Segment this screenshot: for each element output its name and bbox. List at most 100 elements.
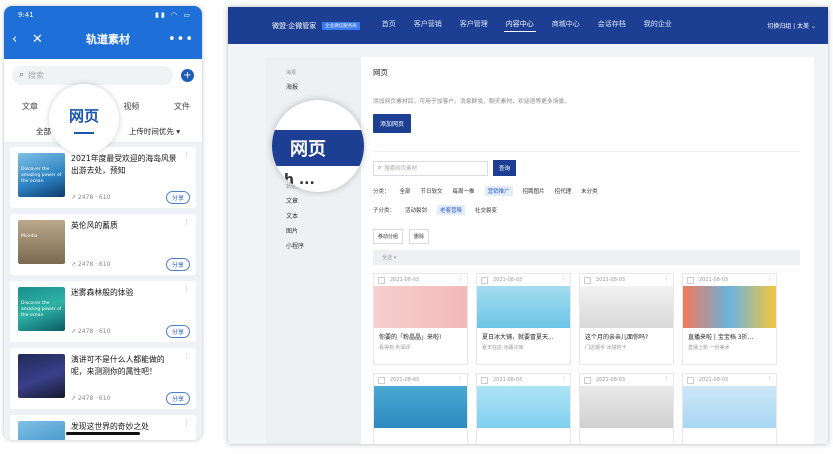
sidebar-item-article[interactable]: 文章 (286, 196, 361, 205)
nav-marketing[interactable]: 客户营销 (412, 19, 444, 32)
brand-logo[interactable]: 微盟·企微管家 (272, 21, 316, 31)
list-item[interactable]: 发现这世界的奇妙之处 ⋮ (10, 415, 196, 440)
sort-dropdown[interactable]: 上传时间优先 ▾ (129, 126, 180, 137)
card-title: 这个月的亲亲儿面你吗? (585, 334, 649, 341)
thumbnail-caption: Mondia (21, 234, 38, 239)
material-search-input[interactable]: ⌕ 搜索网页素材 (373, 160, 488, 176)
share-button[interactable]: 分享 (165, 191, 190, 204)
category-chip[interactable]: 招代理 (555, 187, 572, 195)
thumbnail-caption: Discover the amazing power of the ocean (21, 301, 62, 318)
card-header: 2021-08-03 ⋮ (374, 374, 467, 386)
mobile-app-frame: 9:41 ▮▮ ◠ ▭ ‹ ✕ 轨道素材 ••• ⌕ 搜索 + 文章 网页 视频… (4, 6, 202, 440)
item-menu-icon[interactable]: ⋮ (183, 352, 190, 360)
item-menu-icon[interactable]: ⋮ (183, 151, 190, 159)
close-icon[interactable]: ✕ (32, 32, 52, 47)
material-card[interactable]: 2021-08-03 ⋮ 夏日冰大铺，就要冒夏天... 夏天在店 冰霜冷库 (476, 273, 571, 365)
list-item[interactable]: Mondia 英伦风的蓄质 ↗ 2478 · 610 分享 ⋮ (10, 214, 196, 275)
material-card[interactable]: 2021-08-03 ⋮ (579, 373, 674, 444)
category-chip-selected[interactable]: 营销推广 (484, 186, 513, 196)
category-chip[interactable]: 全部 (400, 187, 411, 195)
add-webpage-button[interactable]: 添加网页 (373, 114, 412, 133)
sidebar-item-text[interactable]: 文本 (286, 211, 361, 220)
main-panel: 网页 添加网页素材后，可用于加客户、消息群发、聊天素材、欢迎语等更多场景。 添加… (361, 57, 814, 444)
category-chip[interactable]: 节日软文 (421, 187, 443, 195)
sidebar-item-miniprogram[interactable]: 小程序 (286, 241, 361, 250)
account-switcher[interactable]: 切换归组 | 太美 ⌄ (767, 21, 816, 30)
list-item[interactable]: 演讲可不是什么人都能做的呢，来测测你的属性吧！ ↗ 2478 · 610 分享 … (10, 348, 196, 409)
card-menu-icon[interactable]: ⋮ (561, 376, 566, 382)
card-date: 2021-08-03 (699, 377, 729, 383)
card-header: 2021-08-03 ⋮ (477, 274, 570, 286)
card-menu-icon[interactable]: ⋮ (664, 376, 669, 382)
nav-mall[interactable]: 商城中心 (550, 19, 582, 32)
subcategory-chip[interactable]: 活动裂剑 (405, 206, 427, 214)
item-stats-value: 2478 · 610 (77, 328, 111, 335)
list-item[interactable]: Discover the amazing power of the ocean … (10, 281, 196, 342)
card-title: 直播来啦 | 宝宝档 3折... (688, 334, 754, 341)
card-menu-icon[interactable]: ⋮ (458, 276, 463, 282)
card-menu-icon[interactable]: ⋮ (458, 376, 463, 382)
card-subtitle: 夏天在店 冰霜冷库 (482, 345, 524, 351)
nav-content-center[interactable]: 内容中心 (503, 19, 536, 32)
material-card[interactable]: 2021-08-03 ⋮ 直播来啦 | 宝宝档 3折... 直播上新 一份美术 (682, 273, 777, 365)
mobile-navbar: ‹ ✕ 轨道素材 ••• (4, 22, 202, 56)
search-bar: ⌕ 搜索网页素材 查询 (373, 160, 800, 176)
delete-button[interactable]: 删除 (409, 229, 430, 244)
card-header: 2021-08-03 ⋮ (683, 374, 776, 386)
share-button[interactable]: 分享 (165, 258, 190, 271)
category-chip[interactable]: 招聘图片 (523, 187, 545, 195)
item-stats: ↗ 2478 · 610 (71, 328, 111, 335)
add-icon[interactable]: + (181, 68, 194, 82)
card-header: 2021-08-03 ⋮ (683, 274, 776, 286)
more-icon[interactable]: ••• (164, 32, 194, 47)
tab-video[interactable]: 视频 (123, 101, 139, 112)
card-subtitle: 看得到 利润评 (379, 345, 411, 351)
nav-my-company[interactable]: 我的企业 (642, 19, 674, 32)
nav-chat-archive[interactable]: 会话存档 (596, 19, 628, 32)
item-stats-value: 2478 · 610 (77, 261, 111, 268)
material-card[interactable]: 2021-08-03 ⋮ 你要的「粉晶晶」来啦! 看得到 利润评 (373, 273, 468, 365)
card-menu-icon[interactable]: ⋮ (561, 276, 566, 282)
sidebar-item-poster[interactable]: 海报 (286, 82, 361, 91)
card-date: 2021-08-03 (493, 277, 523, 283)
share-button[interactable]: 分享 (165, 392, 190, 405)
card-cover-image (477, 386, 570, 428)
tab-magnifier: 网页 (49, 84, 119, 154)
item-menu-icon[interactable]: ⋮ (183, 285, 190, 293)
divider (373, 151, 800, 152)
item-title: 演讲可不是什么人都能做的呢，来测测你的属性吧！ (71, 355, 165, 376)
subcategory-chip[interactable]: 社交裂变 (475, 206, 497, 214)
material-card[interactable]: 2021-08-03 ⋮ (476, 373, 571, 444)
material-card[interactable]: 2021-08-03 ⋮ (682, 373, 777, 444)
item-stats: ↗ 2478 · 610 (71, 395, 111, 402)
item-body: 2021年度最受欢迎的海岛风景出游去处，预知 ↗ 2478 · 610 分享 (65, 153, 190, 208)
card-cover-image (580, 286, 673, 328)
move-group-button[interactable]: 移动分组 (373, 229, 404, 244)
tab-file[interactable]: 文件 (174, 101, 190, 112)
category-label: 分类： (373, 189, 390, 195)
card-date: 2021-08-03 (699, 277, 729, 283)
tab-article[interactable]: 文章 (22, 101, 38, 112)
sidebar-item-image[interactable]: 图片 (286, 226, 361, 235)
card-menu-icon[interactable]: ⋮ (664, 276, 669, 282)
card-cover-image (477, 286, 570, 328)
item-menu-icon[interactable]: ⋮ (183, 218, 190, 226)
search-input[interactable]: ⌕ 搜索 (12, 65, 173, 85)
query-button[interactable]: 查询 (493, 160, 517, 176)
select-all-bar[interactable]: 全选 ▾ (373, 250, 800, 265)
card-menu-icon[interactable]: ⋮ (767, 376, 772, 382)
card-menu-icon[interactable]: ⋮ (767, 276, 772, 282)
nav-customers[interactable]: 客户管理 (458, 19, 490, 32)
subcategory-chip-selected[interactable]: 老客营降 (437, 205, 466, 215)
item-menu-icon[interactable]: ⋮ (183, 419, 190, 427)
back-icon[interactable]: ‹ (12, 32, 32, 47)
category-chip[interactable]: 每周一推 (453, 187, 475, 195)
nav-home[interactable]: 首页 (380, 19, 398, 32)
material-card[interactable]: 2021-08-03 ⋮ (373, 373, 468, 444)
list-item[interactable]: Discover the amazing power of the ocean … (10, 147, 196, 208)
category-chip[interactable]: 未分类 (581, 187, 598, 195)
magnified-sidebar-item: 网页 (272, 130, 364, 166)
share-button[interactable]: 分享 (165, 325, 190, 338)
material-card[interactable]: 2021-08-03 ⋮ 这个月的亲亲儿面你吗? 门店钢手 冰球时卡 (579, 273, 674, 365)
card-cover-image (683, 386, 776, 428)
